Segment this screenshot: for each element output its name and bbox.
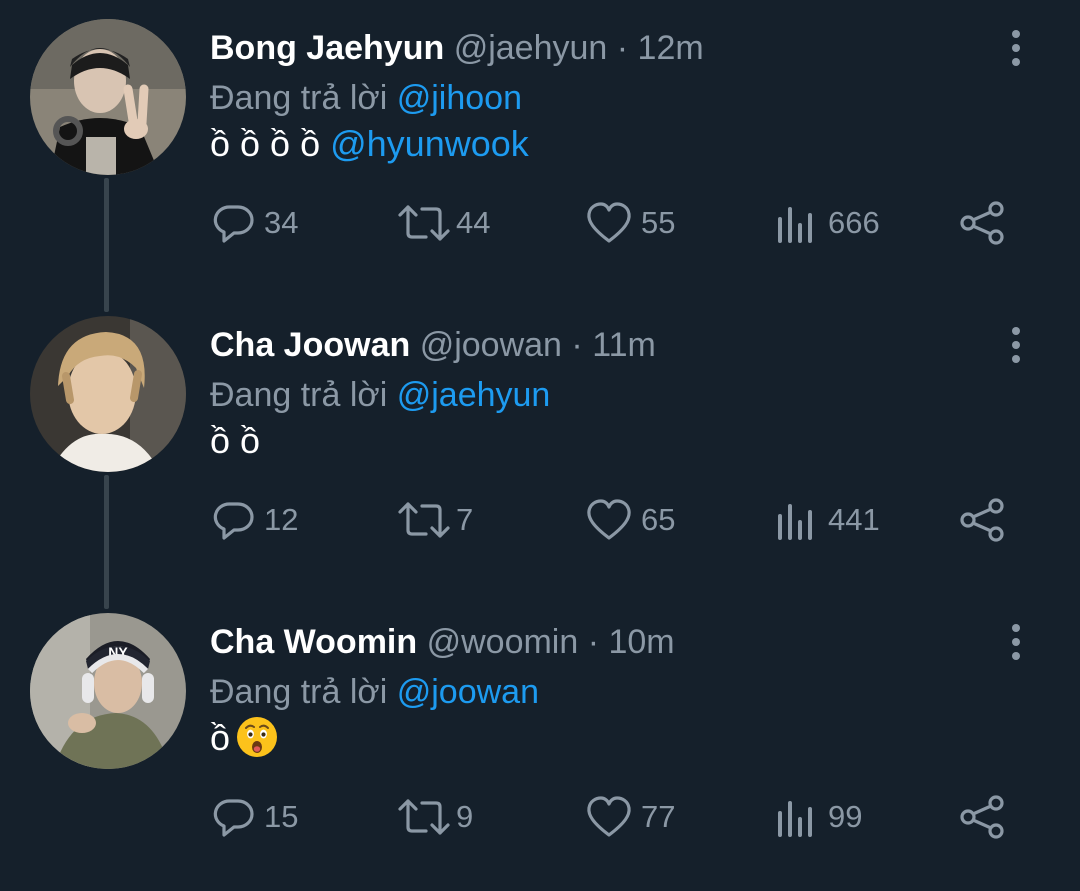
more-options-icon[interactable] <box>1000 620 1032 664</box>
tweet[interactable]: Bong Jaehyun @jaehyun · 12m Đang trả lời… <box>0 0 1080 297</box>
tweet-text: ồ ồ <box>210 416 260 466</box>
share-icon <box>960 201 1004 245</box>
like-count: 65 <box>641 502 676 537</box>
replying-to-mention[interactable]: @jaehyun <box>397 376 551 414</box>
tweet-text-content: ồ <box>210 717 231 758</box>
replying-to-mention[interactable]: @joowan <box>397 673 539 711</box>
action-bar: 15 9 77 99 <box>0 794 1080 840</box>
views-icon <box>778 207 812 243</box>
views-button[interactable]: 99 <box>776 794 862 840</box>
retweet-icon <box>398 799 450 835</box>
share-button[interactable] <box>958 794 1006 840</box>
tweet-text-content: ồ ồ ồ ồ <box>210 123 321 164</box>
avatar[interactable] <box>30 316 186 472</box>
like-icon <box>587 499 631 540</box>
tweet-header: Cha Joowan @joowan · 11m <box>210 323 656 367</box>
replying-to: Đang trả lời @jaehyun <box>210 373 550 417</box>
share-button[interactable] <box>958 497 1006 543</box>
share-icon <box>960 498 1004 542</box>
like-button[interactable]: 77 <box>585 794 675 840</box>
like-count: 77 <box>641 799 676 834</box>
avatar[interactable] <box>30 19 186 175</box>
tweet-mention[interactable]: @hyunwook <box>330 123 529 164</box>
views-count: 99 <box>828 799 863 834</box>
share-icon <box>960 795 1004 839</box>
tweet-header: Cha Woomin @woomin · 10m <box>210 620 675 664</box>
reply-button[interactable]: 34 <box>212 200 298 246</box>
action-bar: 34 44 55 666 <box>0 200 1080 246</box>
views-count: 666 <box>828 205 880 240</box>
astonished-face-emoji-icon <box>237 717 278 758</box>
retweet-button[interactable]: 44 <box>396 200 490 246</box>
retweet-icon <box>398 502 450 538</box>
reply-count: 34 <box>264 205 299 240</box>
like-icon <box>587 202 631 243</box>
handle[interactable]: @jaehyun <box>454 29 608 67</box>
views-icon <box>778 801 812 837</box>
retweet-button[interactable]: 9 <box>396 794 473 840</box>
tweet-header: Bong Jaehyun @jaehyun · 12m <box>210 26 704 70</box>
tweet-text-content: ồ ồ <box>210 420 261 461</box>
replying-to: Đang trả lời @joowan <box>210 670 539 714</box>
views-icon <box>778 504 812 540</box>
more-options-icon[interactable] <box>1000 26 1032 70</box>
reply-button[interactable]: 12 <box>212 497 298 543</box>
more-options-icon[interactable] <box>1000 323 1032 367</box>
replying-to-label: Đang trả lời <box>210 79 388 117</box>
replying-to: Đang trả lời @jihoon <box>210 76 522 120</box>
retweet-button[interactable]: 7 <box>396 497 473 543</box>
timestamp[interactable]: · 11m <box>571 326 655 364</box>
display-name[interactable]: Bong Jaehyun <box>210 29 444 67</box>
like-icon <box>587 796 631 837</box>
reply-icon <box>213 799 254 837</box>
tweet[interactable]: NY Cha Woomin @woomin · 10m Đang trả lời… <box>0 594 1080 891</box>
display-name[interactable]: Cha Woomin <box>210 623 417 661</box>
views-button[interactable]: 441 <box>776 497 880 543</box>
retweet-count: 9 <box>456 799 474 834</box>
reply-button[interactable]: 15 <box>212 794 298 840</box>
replying-to-label: Đang trả lời <box>210 673 388 711</box>
views-count: 441 <box>828 502 880 537</box>
action-bar: 12 7 65 441 <box>0 497 1080 543</box>
tweet-text: ồ ồ ồ ồ @hyunwook <box>210 119 529 169</box>
timestamp[interactable]: · 12m <box>617 29 704 67</box>
handle[interactable]: @woomin <box>427 623 579 661</box>
tweet-text: ồ <box>210 713 278 763</box>
like-count: 55 <box>641 205 676 240</box>
reply-count: 15 <box>264 799 299 834</box>
like-button[interactable]: 65 <box>585 497 675 543</box>
views-button[interactable]: 666 <box>776 200 880 246</box>
share-button[interactable] <box>958 200 1006 246</box>
retweet-icon <box>398 205 450 241</box>
replying-to-label: Đang trả lời <box>210 376 388 414</box>
reply-count: 12 <box>264 502 299 537</box>
timestamp[interactable]: · 10m <box>588 623 675 661</box>
avatar[interactable]: NY <box>30 613 186 769</box>
retweet-count: 7 <box>456 502 474 537</box>
display-name[interactable]: Cha Joowan <box>210 326 410 364</box>
handle[interactable]: @joowan <box>420 326 562 364</box>
tweet[interactable]: Cha Joowan @joowan · 11m Đang trả lời @j… <box>0 297 1080 594</box>
replying-to-mention[interactable]: @jihoon <box>397 79 522 117</box>
retweet-count: 44 <box>456 205 491 240</box>
reply-icon <box>213 205 254 243</box>
reply-icon <box>213 502 254 540</box>
like-button[interactable]: 55 <box>585 200 675 246</box>
